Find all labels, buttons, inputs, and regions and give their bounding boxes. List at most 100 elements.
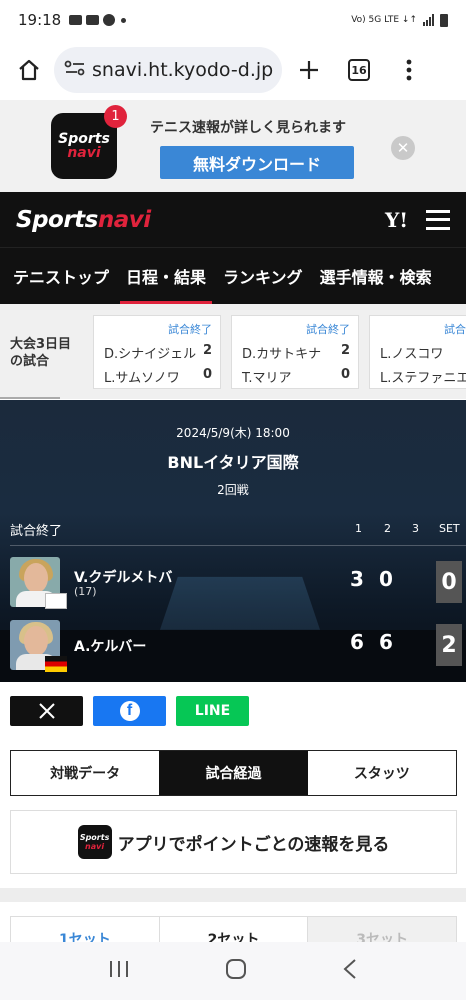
new-tab-icon[interactable] [292,53,326,87]
germany-flag-icon [45,656,67,672]
match-detail-tabs: 対戦データ 試合経過 スタッツ [10,750,457,796]
section-divider [0,888,466,902]
system-navigation-bar [0,942,466,1000]
cta-logo-text-navi: navi [85,842,105,851]
sportsnavi-app-icon: Sports navi [77,825,112,859]
close-banner-icon[interactable]: ✕ [391,136,415,160]
cta-logo-text-sports: Sports [79,833,110,842]
nav-tennis-top[interactable]: テニストップ [13,248,109,304]
sets-won: 0 [436,561,462,603]
status-time: 19:18 [18,11,62,29]
logo-text-navi: navi [97,206,151,233]
day-matches-strip: 大会3日目 の試合 試合終了 D.シナイジェル 2 L.サムソノワ 0 試合終了 D… [0,304,466,399]
match-card-score2: 0 [340,367,350,382]
home-icon[interactable] [12,53,46,87]
app-logo-text-sports: Sports [58,131,110,147]
calendar-icon [86,15,100,25]
nav-schedule-results[interactable]: 日程・結果 [120,248,213,304]
set1-score: 6 [350,630,364,654]
match-card-status: 試合終了 [168,323,212,336]
match-card-player2: L.サムソノワ [104,371,180,386]
download-button[interactable]: 無料ダウンロード [160,146,354,179]
tab-switcher-button[interactable]: 16 [342,53,376,87]
match-card-score1: 2 [202,343,212,358]
site-header: Sportsnavi Y! [0,192,466,247]
player-row: A.ケルバー 6 6 2 [10,620,466,672]
battery-icon [440,13,448,27]
set-header-1: 1 [355,522,362,535]
x-logo-icon [38,703,55,719]
match-round: 2回戦 [217,483,249,497]
tournament-name: BNLイタリア国際 [167,453,299,472]
notification-icons [69,14,127,26]
match-card-score2: 0 [202,367,212,382]
mail-icon [69,15,83,25]
status-bar: 19:18 Vo) 5G LTE ↓↑ [0,0,466,40]
notification-badge: 1 [104,105,127,128]
day-indicator [0,397,60,399]
share-buttons: f LINE [10,696,249,726]
match-datetime: 2024/5/9(木) 18:00 [176,426,290,440]
match-card-player1: D.カサトキナ [242,347,322,362]
facebook-icon: f [119,701,140,721]
match-card-player1: D.シナイジェル [104,347,197,362]
signal-icon [423,14,434,26]
set2-score: 6 [379,630,393,654]
match-card[interactable]: 試合終了 L.ノスコワ L.ステファニエ [369,315,466,389]
site-settings-icon[interactable] [64,59,86,81]
match-card-player1: L.ノスコワ [380,347,444,362]
url-text: snavi.ht.kyodo-d.jp [92,59,274,81]
yahoo-japan-logo[interactable]: Y! [385,208,408,232]
recent-apps-icon[interactable] [108,959,130,983]
site-logo[interactable]: Sportsnavi [16,207,151,233]
match-status: 試合終了 [10,524,63,539]
player-name[interactable]: V.クデルメトバ [74,567,172,587]
cta-text: アプリでポイントごとの速報を見る [117,834,390,855]
tab-stats[interactable]: スタッツ [308,751,456,795]
scoreboard-divider [10,545,466,546]
player-seed: (17) [74,585,97,598]
browser-toolbar: snavi.ht.kyodo-d.jp 16 [0,40,466,100]
match-card-status: 試合終了 [444,323,466,336]
sets-won: 2 [436,624,462,666]
match-card[interactable]: 試合終了 D.カサトキナ 2 T.マリア 0 [231,315,359,389]
match-card-player2: L.ステファニエ [380,371,466,386]
nav-ranking[interactable]: ランキング [223,248,303,304]
home-button-icon[interactable] [225,958,247,984]
set-header-total: SET [439,522,460,535]
line-chat-icon [103,14,116,26]
share-facebook-button[interactable]: f [93,696,166,726]
set-header-3: 3 [412,522,419,535]
player-name[interactable]: A.ケルバー [74,636,146,656]
tennis-nav: テニストップ 日程・結果 ランキング 選手情報・検索 [0,247,466,304]
share-line-button[interactable]: LINE [176,696,249,726]
neutral-flag-icon [45,593,67,609]
match-scoreboard: 2024/5/9(木) 18:00 BNLイタリア国際 2回戦 試合終了 1 2… [0,400,466,682]
tab-match-progress[interactable]: 試合経過 [159,751,308,795]
day-label-line1: 大会3日目 [10,337,72,352]
address-bar[interactable]: snavi.ht.kyodo-d.jp [54,47,282,93]
set1-score: 3 [350,567,364,591]
set2-score: 0 [379,567,393,591]
more-notifications-icon [121,17,127,23]
hamburger-menu-icon[interactable] [426,209,450,230]
promo-text: テニス速報が詳しく見られます [150,120,346,136]
app-cta-button[interactable]: Sports navi アプリでポイントごとの速報を見る [10,810,457,874]
set-header-2: 2 [384,522,391,535]
match-card[interactable]: 試合終了 D.シナイジェル 2 L.サムソノワ 0 [93,315,221,389]
nav-player-search[interactable]: 選手情報・検索 [320,248,432,304]
back-icon[interactable] [342,958,358,984]
day-label: 大会3日目 の試合 [10,336,71,370]
day-label-line2: の試合 [10,354,50,369]
share-x-button[interactable] [10,696,83,726]
match-card-player2: T.マリア [242,371,292,386]
match-card-score1: 2 [340,343,350,358]
logo-text-sports: Sports [16,206,98,233]
app-logo-text-navi: navi [67,145,101,161]
tab-head-to-head[interactable]: 対戦データ [11,751,159,795]
network-label: Vo) 5G LTE ↓↑ [351,14,417,25]
tab-count: 16 [348,59,370,81]
app-promo-banner: Sports navi 1 テニス速報が詳しく見られます 無料ダウンロード ✕ [0,100,466,192]
browser-menu-icon[interactable] [392,53,426,87]
match-card-status: 試合終了 [306,323,350,336]
